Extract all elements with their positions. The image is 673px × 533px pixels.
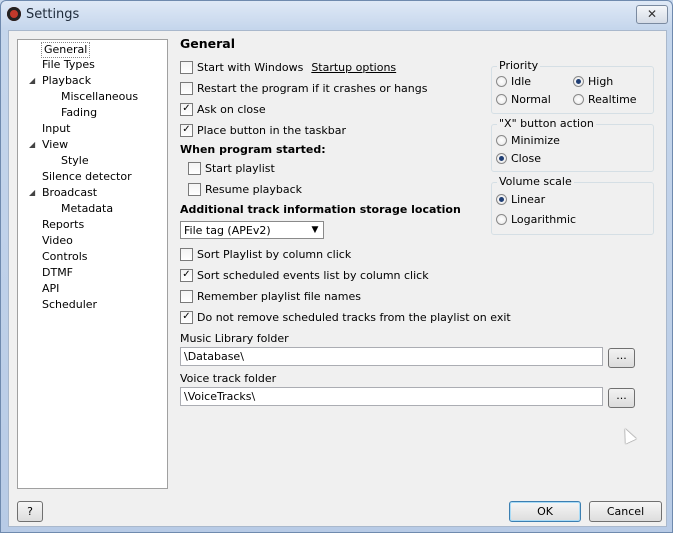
tree-item-broadcast[interactable]: Broadcast [42, 186, 97, 200]
storage-location-heading: Additional track information storage loc… [180, 203, 461, 216]
check-icon[interactable]: ✓ [180, 102, 193, 116]
priority-normal-radio[interactable]: Normal [496, 93, 551, 107]
tree-item-metadata[interactable]: Metadata [61, 202, 113, 216]
checkbox-box[interactable] [180, 289, 193, 303]
tree-item-api[interactable]: API [42, 282, 59, 296]
volume-scale-title: Volume scale [497, 175, 574, 188]
taskbar-button-checkbox[interactable]: ✓ Place button in the taskbar [180, 123, 346, 139]
tree-item-video[interactable]: Video [42, 234, 73, 248]
settings-category-tree: General File Types ◢ Playback Miscellane… [17, 39, 168, 489]
tree-item-reports[interactable]: Reports [42, 218, 84, 232]
tree-item-view[interactable]: View [42, 138, 68, 152]
priority-realtime-radio[interactable]: Realtime [573, 93, 637, 107]
volume-scale-group: Volume scale Linear Logarithmic [491, 175, 654, 235]
x-button-action-group: "X" button action Minimize Close [491, 117, 654, 172]
check-icon[interactable]: ✓ [180, 123, 193, 137]
expand-arrow-icon[interactable]: ◢ [29, 138, 35, 152]
priority-idle-radio[interactable]: Idle [496, 75, 531, 89]
resume-playback-checkbox[interactable]: Resume playback [188, 182, 302, 198]
volume-linear-radio[interactable]: Linear [496, 193, 545, 207]
window-title: Settings [26, 7, 80, 22]
sort-playlist-checkbox[interactable]: Sort Playlist by column click [180, 247, 351, 263]
voice-track-input[interactable]: \VoiceTracks\ [180, 387, 603, 406]
expand-arrow-icon[interactable]: ◢ [29, 74, 35, 88]
ask-on-close-checkbox[interactable]: ✓ Ask on close [180, 102, 266, 118]
start-playlist-checkbox[interactable]: Start playlist [188, 161, 275, 177]
checkbox-box[interactable] [180, 81, 193, 95]
tree-item-controls[interactable]: Controls [42, 250, 88, 264]
title-bar: Settings ✕ [1, 1, 672, 29]
check-icon[interactable]: ✓ [180, 268, 193, 282]
dont-remove-scheduled-checkbox[interactable]: ✓ Do not remove scheduled tracks from the… [180, 310, 511, 326]
tree-item-miscellaneous[interactable]: Miscellaneous [61, 90, 138, 104]
tree-item-silence-detector[interactable]: Silence detector [42, 170, 132, 184]
voice-track-browse-button[interactable]: ... [608, 388, 635, 408]
tree-item-fading[interactable]: Fading [61, 106, 97, 120]
tree-item-file-types[interactable]: File Types [42, 58, 95, 72]
ok-button[interactable]: OK [509, 501, 581, 522]
tree-item-scheduler[interactable]: Scheduler [42, 298, 97, 312]
restart-on-crash-checkbox[interactable]: Restart the program if it crashes or han… [180, 81, 427, 97]
music-library-input[interactable]: \Database\ [180, 347, 603, 366]
remember-names-checkbox[interactable]: Remember playlist file names [180, 289, 361, 305]
storage-location-select[interactable]: File tag (APEv2) ▼ [180, 221, 324, 239]
startup-options-link[interactable]: Startup options [311, 61, 396, 74]
checkbox-box[interactable] [180, 60, 193, 74]
voice-track-label: Voice track folder [180, 372, 277, 385]
close-window-button[interactable]: ✕ [636, 5, 668, 24]
check-icon[interactable]: ✓ [180, 310, 193, 324]
tree-item-general[interactable]: General [41, 42, 91, 58]
help-button[interactable]: ? [17, 501, 43, 522]
checkbox-box[interactable] [188, 161, 201, 175]
app-icon [7, 7, 21, 21]
sort-scheduled-checkbox[interactable]: ✓ Sort scheduled events list by column cl… [180, 268, 429, 284]
checkbox-box[interactable] [188, 182, 201, 196]
volume-logarithmic-radio[interactable]: Logarithmic [496, 213, 576, 227]
when-started-heading: When program started: [180, 143, 326, 156]
priority-group: Priority Idle High Normal Realtime [491, 59, 654, 114]
priority-high-radio[interactable]: High [573, 75, 613, 89]
tree-item-dtmf[interactable]: DTMF [42, 266, 73, 280]
dialog-body: General File Types ◢ Playback Miscellane… [8, 30, 667, 527]
x-action-minimize-radio[interactable]: Minimize [496, 134, 560, 148]
music-library-browse-button[interactable]: ... [608, 348, 635, 368]
tree-item-playback[interactable]: Playback [42, 74, 91, 88]
start-with-windows-checkbox[interactable]: Start with Windows Startup options [180, 60, 396, 76]
settings-window: Settings ✕ General File Types ◢ Playback… [0, 0, 673, 533]
page-title: General [180, 36, 235, 51]
x-button-action-title: "X" button action [497, 117, 596, 130]
music-library-label: Music Library folder [180, 332, 289, 345]
chevron-down-icon[interactable]: ▼ [307, 222, 323, 238]
expand-arrow-icon[interactable]: ◢ [29, 186, 35, 200]
checkbox-box[interactable] [180, 247, 193, 261]
cancel-button[interactable]: Cancel [589, 501, 662, 522]
tree-item-input[interactable]: Input [42, 122, 70, 136]
tree-item-style[interactable]: Style [61, 154, 89, 168]
x-action-close-radio[interactable]: Close [496, 152, 541, 166]
priority-group-title: Priority [497, 59, 541, 72]
